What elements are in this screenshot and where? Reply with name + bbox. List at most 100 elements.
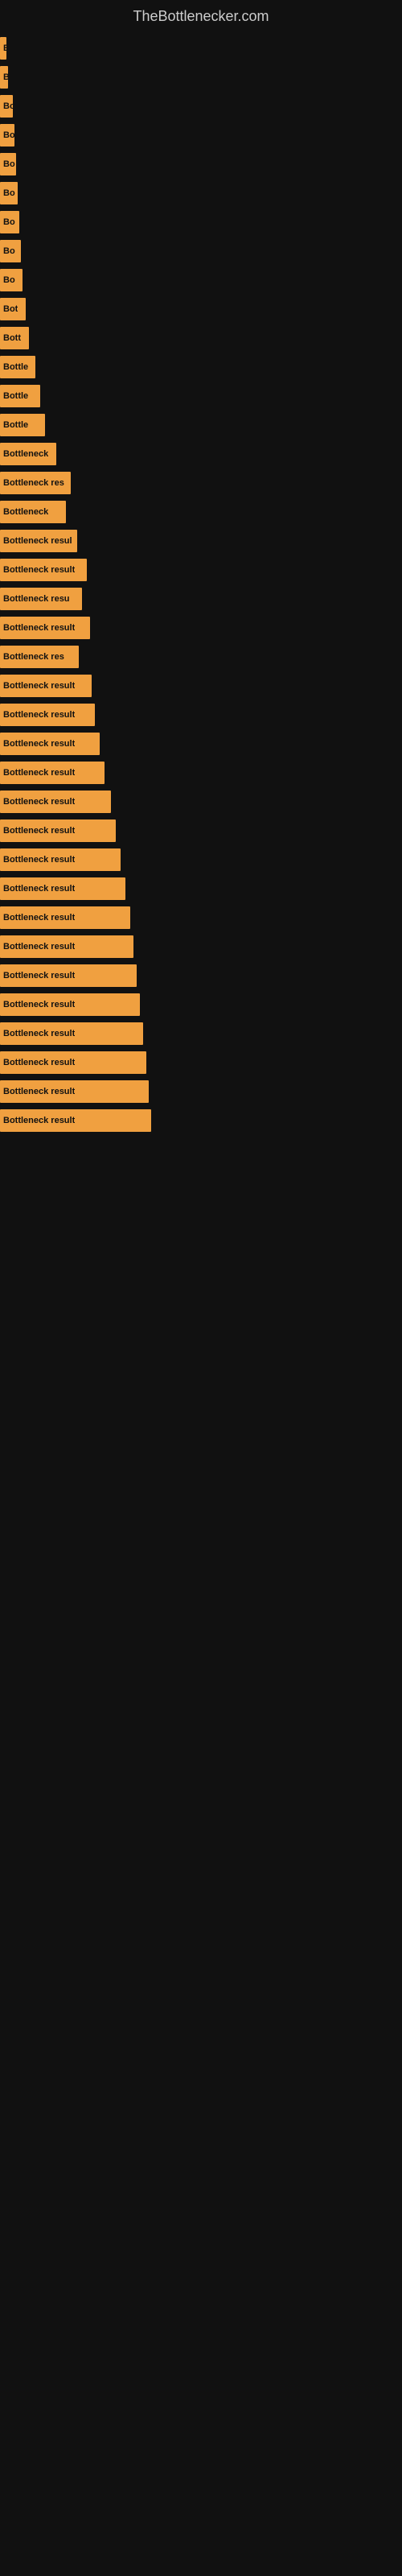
- bar-row: Bottleneck result: [0, 1080, 402, 1103]
- bar-23: Bottleneck result: [0, 675, 92, 697]
- bar-row: Bottleneck result: [0, 704, 402, 726]
- bar-label-15: Bottleneck: [3, 449, 48, 459]
- bar-label-29: Bottleneck result: [3, 855, 75, 865]
- bar-20: Bottleneck resu: [0, 588, 82, 610]
- bar-row: Bottleneck: [0, 443, 402, 465]
- bar-18: Bottleneck resul: [0, 530, 77, 552]
- bar-2: B: [0, 66, 8, 89]
- bar-label-14: Bottle: [3, 420, 28, 430]
- bar-row: Bottleneck result: [0, 848, 402, 871]
- bar-16: Bottleneck res: [0, 472, 71, 494]
- bar-26: Bottleneck result: [0, 762, 105, 784]
- bar-row: Bottleneck result: [0, 993, 402, 1016]
- bar-row: Bottleneck result: [0, 559, 402, 581]
- bar-label-6: Bo: [3, 188, 15, 198]
- bar-row: Bottleneck: [0, 501, 402, 523]
- bar-5: Bo: [0, 153, 16, 175]
- bar-row: Bottleneck res: [0, 472, 402, 494]
- bar-30: Bottleneck result: [0, 877, 125, 900]
- bar-6: Bo: [0, 182, 18, 204]
- bar-label-19: Bottleneck result: [3, 565, 75, 575]
- bar-row: Bottle: [0, 414, 402, 436]
- bar-row: B: [0, 66, 402, 89]
- bar-36: Bottleneck result: [0, 1051, 146, 1074]
- bar-32: Bottleneck result: [0, 935, 133, 958]
- bar-label-1: B: [3, 43, 6, 53]
- bar-label-20: Bottleneck resu: [3, 594, 70, 604]
- bar-row: Bottleneck result: [0, 791, 402, 813]
- bar-label-28: Bottleneck result: [3, 826, 75, 836]
- bar-31: Bottleneck result: [0, 906, 130, 929]
- bar-row: Bot: [0, 298, 402, 320]
- bar-row: Bottle: [0, 356, 402, 378]
- bar-label-10: Bot: [3, 304, 18, 314]
- bar-label-36: Bottleneck result: [3, 1058, 75, 1067]
- bar-row: Bo: [0, 182, 402, 204]
- bar-33: Bottleneck result: [0, 964, 137, 987]
- bar-row: Bottleneck res: [0, 646, 402, 668]
- bar-row: Bo: [0, 153, 402, 175]
- bar-17: Bottleneck: [0, 501, 66, 523]
- bar-7: Bo: [0, 211, 19, 233]
- bar-row: B: [0, 37, 402, 60]
- bar-row: Bottleneck resu: [0, 588, 402, 610]
- bar-label-5: Bo: [3, 159, 15, 169]
- bar-21: Bottleneck result: [0, 617, 90, 639]
- bar-19: Bottleneck result: [0, 559, 87, 581]
- bar-14: Bottle: [0, 414, 45, 436]
- bar-row: Bottleneck result: [0, 1051, 402, 1074]
- bar-4: Bo: [0, 124, 14, 147]
- bar-24: Bottleneck result: [0, 704, 95, 726]
- bar-label-13: Bottle: [3, 391, 28, 401]
- bar-label-32: Bottleneck result: [3, 942, 75, 952]
- bar-29: Bottleneck result: [0, 848, 121, 871]
- bar-label-22: Bottleneck res: [3, 652, 64, 662]
- bar-15: Bottleneck: [0, 443, 56, 465]
- bar-label-34: Bottleneck result: [3, 1000, 75, 1009]
- bar-row: Bo: [0, 211, 402, 233]
- bar-3: Bo: [0, 95, 13, 118]
- bar-row: Bottleneck resul: [0, 530, 402, 552]
- bar-row: Bottleneck result: [0, 935, 402, 958]
- bar-12: Bottle: [0, 356, 35, 378]
- bar-row: Bottleneck result: [0, 906, 402, 929]
- bar-row: Bottleneck result: [0, 675, 402, 697]
- bar-label-26: Bottleneck result: [3, 768, 75, 778]
- bar-row: Bottleneck result: [0, 1022, 402, 1045]
- bar-label-7: Bo: [3, 217, 15, 227]
- bar-row: Bo: [0, 240, 402, 262]
- bar-row: Bottleneck result: [0, 617, 402, 639]
- bar-34: Bottleneck result: [0, 993, 140, 1016]
- bar-row: Bottleneck result: [0, 733, 402, 755]
- bar-label-12: Bottle: [3, 362, 28, 372]
- bar-label-3: Bo: [3, 101, 13, 111]
- bar-row: Bottleneck result: [0, 819, 402, 842]
- bar-label-37: Bottleneck result: [3, 1087, 75, 1096]
- bar-label-24: Bottleneck result: [3, 710, 75, 720]
- bar-38: Bottleneck result: [0, 1109, 151, 1132]
- bar-label-31: Bottleneck result: [3, 913, 75, 923]
- bar-label-21: Bottleneck result: [3, 623, 75, 633]
- bar-label-11: Bott: [3, 333, 21, 343]
- bar-row: Bo: [0, 269, 402, 291]
- bar-row: Bottleneck result: [0, 762, 402, 784]
- bar-row: Bottleneck result: [0, 964, 402, 987]
- bar-label-25: Bottleneck result: [3, 739, 75, 749]
- bar-label-18: Bottleneck resul: [3, 536, 72, 546]
- bar-row: Bottleneck result: [0, 1109, 402, 1132]
- bar-label-17: Bottleneck: [3, 507, 48, 517]
- bar-label-38: Bottleneck result: [3, 1116, 75, 1125]
- bars-container: B B Bo Bo Bo Bo Bo Bo Bo Bot Bott Bottle Bottle Bottl…: [0, 37, 402, 1154]
- bar-row: Bott: [0, 327, 402, 349]
- bar-22: Bottleneck res: [0, 646, 79, 668]
- bar-label-4: Bo: [3, 130, 14, 140]
- bar-1: B: [0, 37, 6, 60]
- bar-11: Bott: [0, 327, 29, 349]
- bar-27: Bottleneck result: [0, 791, 111, 813]
- bar-row: Bo: [0, 124, 402, 147]
- bar-label-33: Bottleneck result: [3, 971, 75, 980]
- bar-25: Bottleneck result: [0, 733, 100, 755]
- site-title: TheBottlenecker.com: [0, 0, 402, 37]
- bar-35: Bottleneck result: [0, 1022, 143, 1045]
- bar-8: Bo: [0, 240, 21, 262]
